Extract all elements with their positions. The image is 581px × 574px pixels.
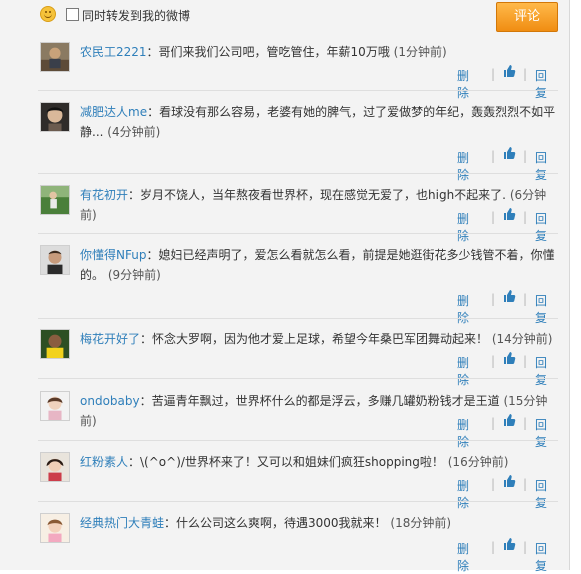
- comment-time: (9分钟前): [107, 268, 161, 282]
- action-separator: |: [491, 149, 496, 163]
- reply-link[interactable]: 回复: [535, 540, 547, 574]
- action-separator: |: [523, 416, 528, 430]
- comment-user[interactable]: ondobaby: [80, 394, 140, 408]
- avatar[interactable]: [40, 245, 70, 275]
- action-separator: |: [523, 67, 528, 81]
- comment-content: ：岁月不饶人，当年熬夜看世界杯，现在感觉无爱了，也high不起来了.: [128, 188, 506, 202]
- delete-link[interactable]: 删除: [457, 416, 469, 450]
- comment-content: ：什么公司这么爽啊，待遇3000我就来！: [164, 516, 387, 530]
- comment-text-line: 减肥达人me：看球没有那么容易，老婆有她的脾气，过了爱做梦的年纪，轰轰烈烈不如平…: [80, 102, 558, 142]
- comment-text-line: 经典热门大青蛙：什么公司这么爽啊，待遇3000我就来！ (18分钟前): [80, 513, 558, 533]
- comment-text-line: 你懂得NFup：媳妇已经声明了，爱怎么看就怎么看，前提是她逛街花多少钱管不着，你…: [80, 245, 558, 285]
- action-separator: |: [491, 477, 496, 491]
- like-icon[interactable]: [502, 537, 516, 551]
- avatar[interactable]: [40, 329, 70, 359]
- comment-panel: 同时转发到我的微博 评论 农民工2221：哥们来我们公司吧，管吃管住，年薪10万…: [0, 0, 570, 573]
- comment-user[interactable]: 你懂得NFup: [80, 248, 146, 262]
- comment-user[interactable]: 有花初开: [80, 188, 128, 202]
- comment-time: (14分钟前): [491, 332, 553, 346]
- action-separator: |: [523, 292, 528, 306]
- divider: [38, 173, 558, 174]
- action-separator: |: [491, 67, 496, 81]
- comment-content: ：苦逼青年飘过，世界杯什么的都是浮云，多赚几罐奶粉钱才是王道: [139, 394, 500, 408]
- delete-link[interactable]: 删除: [457, 210, 469, 244]
- action-separator: |: [523, 477, 528, 491]
- like-icon[interactable]: [502, 413, 516, 427]
- divider: [38, 318, 558, 319]
- action-separator: |: [491, 210, 496, 224]
- comment-text-line: 梅花开好了：怀念大罗啊，因为他才爱上足球，希望今年桑巴军团舞动起来！ (14分钟…: [80, 329, 558, 349]
- comment-time: (18分钟前): [390, 516, 452, 530]
- avatar[interactable]: [40, 452, 70, 482]
- comment-user[interactable]: 梅花开好了: [80, 332, 140, 346]
- delete-link[interactable]: 删除: [457, 354, 469, 388]
- like-icon[interactable]: [502, 474, 516, 488]
- divider: [38, 378, 558, 379]
- divider: [38, 233, 558, 234]
- divider: [38, 440, 558, 441]
- comment-text-line: 红粉素人：\(^o^)/世界杯来了！又可以和姐妹们疯狂shopping啦！ (1…: [80, 452, 558, 472]
- forward-checkbox[interactable]: [66, 8, 79, 21]
- like-icon[interactable]: [502, 146, 516, 160]
- action-separator: |: [523, 540, 528, 554]
- comment-time: (1分钟前): [393, 45, 447, 59]
- avatar[interactable]: [40, 513, 70, 543]
- action-separator: |: [491, 416, 496, 430]
- avatar[interactable]: [40, 102, 70, 132]
- comment-time: (4分钟前): [107, 125, 161, 139]
- comment-button[interactable]: 评论: [496, 2, 558, 32]
- delete-link[interactable]: 删除: [457, 292, 469, 326]
- delete-link[interactable]: 删除: [457, 67, 469, 101]
- divider: [38, 90, 558, 91]
- action-separator: |: [523, 354, 528, 368]
- comment-text-line: ondobaby：苦逼青年飘过，世界杯什么的都是浮云，多赚几罐奶粉钱才是王道 (…: [80, 391, 558, 431]
- delete-link[interactable]: 删除: [457, 477, 469, 511]
- reply-link[interactable]: 回复: [535, 477, 547, 511]
- like-icon[interactable]: [502, 351, 516, 365]
- action-separator: |: [491, 354, 496, 368]
- emoticon-icon[interactable]: [40, 6, 56, 22]
- delete-link[interactable]: 删除: [457, 149, 469, 183]
- comment-user[interactable]: 经典热门大青蛙: [80, 516, 164, 530]
- reply-link[interactable]: 回复: [535, 67, 547, 101]
- forward-label: 同时转发到我的微博: [82, 9, 191, 23]
- avatar[interactable]: [40, 391, 70, 421]
- action-separator: |: [523, 210, 528, 224]
- like-icon[interactable]: [502, 289, 516, 303]
- comment-content: ：\(^o^)/世界杯来了！又可以和姐妹们疯狂shopping啦！: [128, 455, 444, 469]
- action-separator: |: [491, 292, 496, 306]
- reply-link[interactable]: 回复: [535, 210, 547, 244]
- comment-user[interactable]: 红粉素人: [80, 455, 128, 469]
- avatar[interactable]: [40, 185, 70, 215]
- comment-user[interactable]: 农民工2221: [80, 45, 147, 59]
- comment-content: ：哥们来我们公司吧，管吃管住，年薪10万哦: [146, 45, 390, 59]
- reply-link[interactable]: 回复: [535, 292, 547, 326]
- reply-link[interactable]: 回复: [535, 416, 547, 450]
- comment-toolbar: 同时转发到我的微博 评论: [0, 0, 570, 32]
- comment-text-line: 有花初开：岁月不饶人，当年熬夜看世界杯，现在感觉无爱了，也high不起来了. (…: [80, 185, 558, 225]
- divider: [38, 501, 558, 502]
- avatar[interactable]: [40, 42, 70, 72]
- reply-link[interactable]: 回复: [535, 149, 547, 183]
- delete-link[interactable]: 删除: [457, 540, 469, 574]
- comment-time: (16分钟前): [447, 455, 509, 469]
- like-icon[interactable]: [502, 207, 516, 221]
- comment-content: ：怀念大罗啊，因为他才爱上足球，希望今年桑巴军团舞动起来！: [140, 332, 489, 346]
- like-icon[interactable]: [502, 64, 516, 78]
- action-separator: |: [523, 149, 528, 163]
- comment-user[interactable]: 减肥达人me: [80, 105, 147, 119]
- comment-text-line: 农民工2221：哥们来我们公司吧，管吃管住，年薪10万哦 (1分钟前): [80, 42, 558, 62]
- action-separator: |: [491, 540, 496, 554]
- reply-link[interactable]: 回复: [535, 354, 547, 388]
